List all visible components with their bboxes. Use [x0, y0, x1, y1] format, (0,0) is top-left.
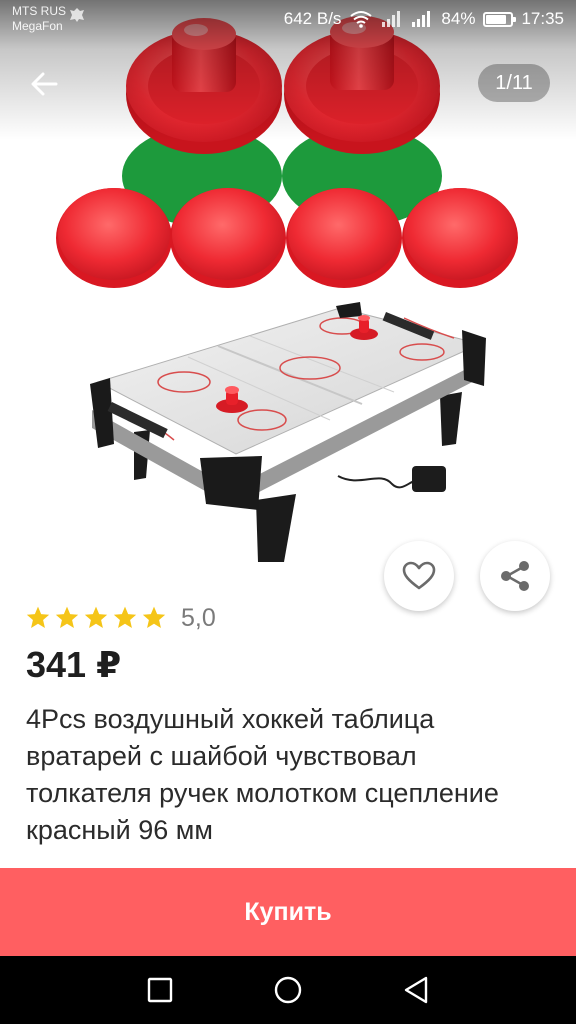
- heart-icon: [402, 561, 436, 590]
- rating-value: 5,0: [181, 603, 216, 632]
- nav-recents-button[interactable]: [110, 956, 210, 1024]
- triangle-back-icon: [404, 976, 428, 1004]
- nav-home-button[interactable]: [238, 956, 338, 1024]
- product-price: 341 ₽: [26, 644, 122, 685]
- battery-level: [486, 14, 507, 24]
- back-button[interactable]: [20, 60, 68, 108]
- battery-icon: [483, 11, 517, 27]
- wifi-icon: [350, 11, 373, 28]
- clock: 17:35: [521, 9, 564, 28]
- star-icon: [26, 606, 50, 628]
- nav-back-button[interactable]: [366, 956, 466, 1024]
- carrier-name-1: MTS RUS: [12, 4, 66, 18]
- gallery-page-counter: 1/11: [478, 64, 550, 102]
- share-button[interactable]: [480, 541, 550, 611]
- star-icon: [142, 606, 166, 628]
- signal-icon-2: [412, 11, 431, 27]
- star-icon: [84, 606, 108, 628]
- circle-icon: [274, 976, 302, 1004]
- rating-stars: [25, 605, 167, 631]
- share-icon: [501, 561, 529, 591]
- network-speed: 642 B/s: [283, 9, 342, 28]
- star-icon: [55, 606, 79, 628]
- square-icon: [147, 977, 173, 1003]
- product-title: 4Pcs воздушный хоккей таблица вратарей с…: [26, 704, 499, 845]
- signal-icon-1: [382, 11, 401, 27]
- battery-percent: 84%: [441, 9, 476, 28]
- favorite-button[interactable]: [384, 541, 454, 611]
- buy-button[interactable]: Купить: [0, 868, 576, 956]
- arrow-left-icon: [31, 72, 58, 96]
- star-icon: [113, 606, 137, 628]
- emblem-icon: [70, 8, 84, 22]
- status-bar: MTS RUS MegaFon 642 B/s 84% 17:35: [0, 0, 576, 40]
- carrier-name-2: MegaFon: [12, 19, 63, 33]
- status-indicators: 642 B/s 84% 17:35: [284, 8, 564, 30]
- rating: 5,0: [25, 600, 216, 636]
- carrier-info: MTS RUS MegaFon: [12, 4, 66, 34]
- system-nav-bar: [0, 956, 576, 1024]
